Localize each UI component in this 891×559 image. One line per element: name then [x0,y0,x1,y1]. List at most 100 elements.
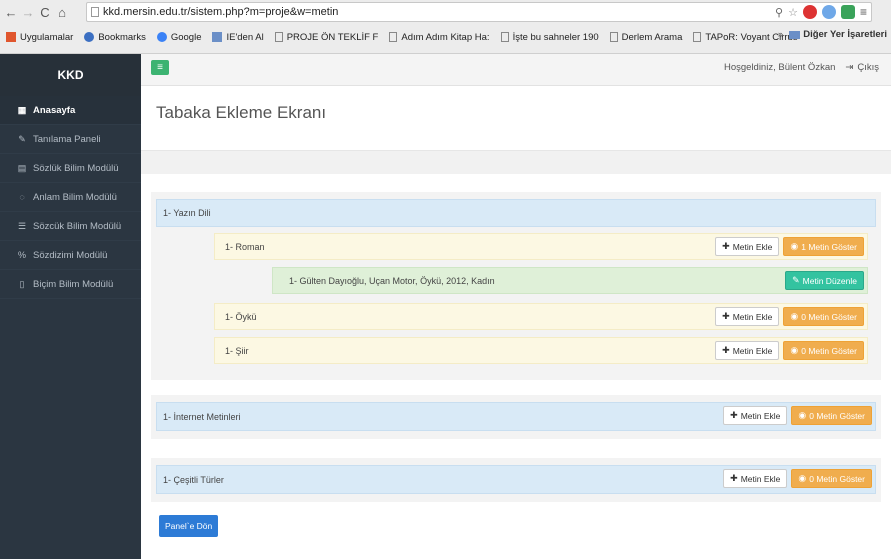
add-text-button[interactable]: ✚ Metin Ekle [715,237,780,256]
sidebar-item-label: Sözlük Bilim Modülü [33,162,119,174]
bookmark-item[interactable]: Google [156,31,202,43]
book-icon: ▤ [17,162,27,173]
button-label: Metin Ekle [740,410,781,421]
sidebar-item[interactable]: ☰ Sözcük Bilim Modülü [0,212,141,241]
home-icon[interactable]: ⌂ [55,4,69,22]
bookmark-label: Bookmarks [98,31,146,43]
eye-icon: ◉ [790,241,799,251]
button-label: 0 Metin Göster [801,311,857,322]
menu-toggle-button[interactable]: ≡ [151,60,169,75]
logout-icon: ⇥ [845,62,854,73]
extension-shield-icon[interactable] [840,5,855,19]
button-label: Metin Ekle [732,345,773,356]
greeting-text: Hoşgeldiniz, Bülent Özkan [723,62,836,73]
add-text-button[interactable]: ✚ Metin Ekle [715,307,780,326]
list-icon: ☰ [17,220,27,231]
apps-grid-icon [6,32,16,42]
google-icon [156,32,167,42]
row-actions: ✎ Metin Düzenle [785,271,864,290]
tree-row-level1: 1- İnternet Metinleri ✚ Metin Ekle ◉ 0 Met… [156,402,876,431]
menu-icon[interactable]: ≡ [860,5,867,19]
search-icon[interactable]: ⚲ [775,6,783,19]
brand-logo[interactable]: KKD [0,54,141,96]
sidebar-item[interactable]: ✎ Tanılama Paneli [0,125,141,154]
button-label: 0 Metin Göster [809,473,865,484]
sidebar-item[interactable]: ▤ Sözlük Bilim Modülü [0,154,141,183]
add-text-button[interactable]: ✚ Metin Ekle [723,469,788,488]
page-icon [693,32,702,42]
bookmark-item[interactable]: İşte bu sahneler 190 [500,31,599,43]
row-actions: ✚ Metin Ekle ◉ 0 Metin Göster [723,469,872,488]
button-label: 1 Metin Göster [801,241,857,252]
more-bookmarks-chevron[interactable]: » [778,29,783,40]
sidebar-item[interactable]: ▯ Biçim Bilim Modülü [0,270,141,299]
plus-icon: ✚ [730,410,738,420]
sidebar-item-label: Anasayfa [33,104,76,116]
file-icon: ▯ [19,278,25,289]
button-label: Metin Ekle [732,241,773,252]
bookmark-label: IE'den Al [226,31,264,43]
add-text-button[interactable]: ✚ Metin Ekle [723,406,788,425]
sidebar-item-label: Anlam Bilim Modülü [33,191,117,203]
url-text: kkd.mersin.edu.tr/sistem.php?m=proje&w=m… [103,6,339,18]
sidebar-item[interactable]: % Sözdizimi Modülü [0,241,141,270]
tree-row-label: 1- Şiir [225,345,249,356]
sidebar-item-label: Biçim Bilim Modülü [33,278,114,290]
bookmark-label: PROJE ÖN TEKLİF F [286,31,379,43]
bookmark-label: İşte bu sahneler 190 [512,31,599,43]
plus-icon: ✚ [722,311,730,321]
extension-red-icon[interactable] [802,5,817,19]
sidebar-menu: ▦ Anasayfa ✎ Tanılama Paneli ▤ Sözlük Bilim M… [0,96,141,299]
extension-blue-icon[interactable] [821,5,836,19]
other-bookmarks[interactable]: Diğer Yer İşaretleri [803,29,887,40]
back-to-panel-button[interactable]: Panel`e Dön [159,515,219,537]
back-arrow-icon[interactable]: ← [4,4,18,22]
bookmark-item[interactable]: Uygulamalar [6,32,73,43]
tree-row-text: 1- Gülten Dayıoğlu, Uçan Motor, Öykü, 20… [272,267,868,294]
button-label: Metin Ekle [740,473,781,484]
link-icon: % [17,250,26,260]
page-title: Tabaka Ekleme Ekranı [156,103,327,122]
bookmark-item[interactable]: PROJE ÖN TEKLİF F [274,31,379,43]
star-icon [84,32,95,42]
eye-icon: ◉ [798,410,807,420]
tree-row-level2: 1- Şiir ✚ Metin Ekle ◉ 0 Metin Göster [214,337,868,364]
show-texts-button[interactable]: ◉ 0 Metin Göster [783,307,864,326]
bookmark-label: Google [170,31,202,43]
bookmark-item[interactable]: Derlem Arama [609,32,682,43]
edit-text-button[interactable]: ✎ Metin Düzenle [785,271,864,290]
eye-icon: ◉ [790,311,799,321]
reload-icon[interactable]: C [38,4,52,22]
page-icon [389,32,398,42]
star-icon[interactable]: ☆ [788,6,798,19]
bookmarks-bar: Uygulamalar Bookmarks Google IE'den Al PROJE… [0,26,891,48]
address-bar[interactable]: kkd.mersin.edu.tr/sistem.php?m=proje&w=m… [86,2,872,22]
sidebar-item[interactable]: ▦ Anasayfa [0,96,141,125]
browser-chrome: ← → C ⌂ kkd.mersin.edu.tr/sistem.php?m=p… [0,0,891,54]
button-label: Metin Düzenle [802,275,857,286]
bookmark-item[interactable]: Bookmarks [84,32,146,43]
show-texts-button[interactable]: ◉ 1 Metin Göster [783,237,864,256]
add-text-button[interactable]: ✚ Metin Ekle [715,341,780,360]
bookmark-item[interactable]: Adım Adım Kitap Ha: [389,32,490,43]
show-texts-button[interactable]: ◉ 0 Metin Göster [791,406,872,425]
row-actions: ✚ Metin Ekle ◉ 0 Metin Göster [715,307,864,326]
tree-row-label: 1- Öykü [225,311,257,322]
forward-arrow-icon[interactable]: → [21,4,35,22]
tree-row-label: 1- Roman [225,241,265,252]
show-texts-button[interactable]: ◉ 0 Metin Göster [783,341,864,360]
bookmark-item[interactable]: IE'den Al [212,31,264,43]
tree-row-level2: 1- Roman ✚ Metin Ekle ◉ 1 Metin Göster [214,233,868,260]
button-label: Metin Ekle [732,311,773,322]
tree-row-level1: 1- Çeşitli Türler ✚ Metin Ekle ◉ 0 Metin G… [156,465,876,494]
sidebar-item[interactable]: ◌ Anlam Bilim Modülü [0,183,141,212]
row-actions: ✚ Metin Ekle ◉ 1 Metin Göster [715,237,864,256]
sidebar-item-label: Tanılama Paneli [33,133,101,145]
hamburger-icon: ≡ [157,62,163,73]
show-texts-button[interactable]: ◉ 0 Metin Göster [791,469,872,488]
page-icon [609,32,618,42]
logout-link[interactable]: ⇥ Çıkış [845,62,879,73]
eye-icon: ◉ [790,345,799,355]
logout-label: Çıkış [857,62,879,73]
folder-icon [789,30,801,39]
